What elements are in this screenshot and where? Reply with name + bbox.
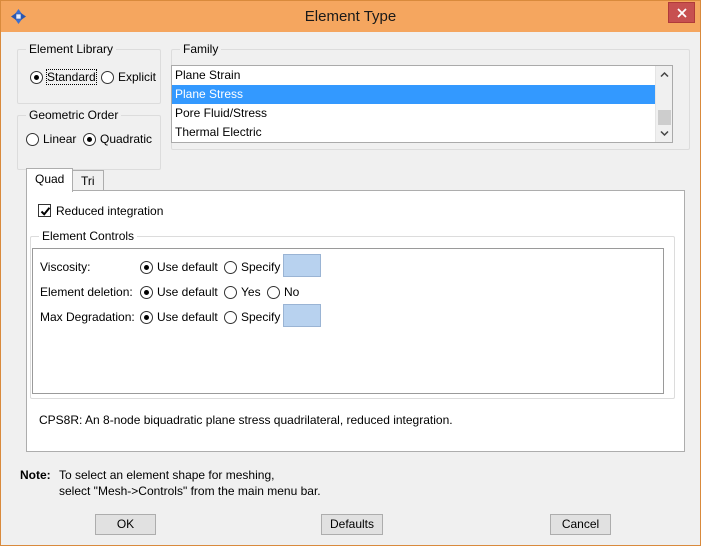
family-item-plane-stress[interactable]: Plane Stress <box>172 85 656 104</box>
reduced-integration-checkbox[interactable] <box>38 204 51 217</box>
family-scrollbar[interactable] <box>655 66 672 142</box>
radio-standard-indicator[interactable] <box>30 70 43 84</box>
max-degradation-value-field[interactable] <box>283 304 321 327</box>
max-degradation-specify-indicator[interactable] <box>224 310 237 324</box>
radio-explicit-label: Explicit <box>118 70 157 84</box>
scrollbar-thumb[interactable] <box>658 110 671 125</box>
window-title: Element Type <box>304 8 397 25</box>
viscosity-label: Viscosity: <box>40 260 91 274</box>
radio-standard[interactable]: Standard <box>30 69 97 85</box>
element-deletion-yes-radio[interactable]: Yes <box>224 285 261 299</box>
element-deletion-no-indicator[interactable] <box>267 285 280 299</box>
checkmark-icon <box>40 207 51 216</box>
element-type-dialog: Element Type Element Library Standard Ex… <box>0 0 701 546</box>
radio-quadratic-indicator[interactable] <box>83 132 96 146</box>
reduced-integration-label: Reduced integration <box>56 204 164 218</box>
element-deletion-yes-label: Yes <box>241 285 261 299</box>
family-item-thermal-electric[interactable]: Thermal Electric <box>172 123 656 142</box>
quad-tab-panel: Reduced integration Element Controls Vis… <box>26 190 685 452</box>
element-deletion-no-label: No <box>284 285 300 299</box>
max-degradation-use-default-radio[interactable]: Use default <box>140 310 218 324</box>
radio-quadratic-label: Quadratic <box>100 132 153 146</box>
close-icon <box>677 8 687 18</box>
tab-quad[interactable]: Quad <box>26 168 74 192</box>
close-button[interactable] <box>668 2 695 23</box>
family-item-plane-strain[interactable]: Plane Strain <box>172 66 656 85</box>
viscosity-use-default-indicator[interactable] <box>140 260 153 274</box>
viscosity-use-default-label: Use default <box>157 260 218 274</box>
max-degradation-use-default-label: Use default <box>157 310 218 324</box>
tab-tri[interactable]: Tri <box>72 170 104 192</box>
note-label: Note: <box>20 468 51 482</box>
note-line-2: select "Mesh->Controls" from the main me… <box>59 484 321 498</box>
title-bar[interactable]: Element Type <box>1 1 700 32</box>
radio-quadratic[interactable]: Quadratic <box>83 132 152 146</box>
scroll-down-icon[interactable] <box>660 129 669 138</box>
element-library-label: Element Library <box>26 42 117 56</box>
viscosity-value-field[interactable] <box>283 254 321 277</box>
element-deletion-label: Element deletion: <box>40 285 133 299</box>
geometric-order-label: Geometric Order <box>26 108 122 122</box>
element-deletion-yes-indicator[interactable] <box>224 285 237 299</box>
dialog-content: Element Library Standard Explicit Geomet… <box>8 32 693 540</box>
element-deletion-no-radio[interactable]: No <box>267 285 299 299</box>
radio-explicit-indicator[interactable] <box>101 70 114 84</box>
max-degradation-use-default-indicator[interactable] <box>140 310 153 324</box>
max-degradation-specify-label: Specify <box>241 310 281 324</box>
viscosity-specify-radio[interactable]: Specify <box>224 260 280 274</box>
family-listbox[interactable]: Plane Strain Plane Stress Pore Fluid/Str… <box>171 65 673 143</box>
max-degradation-specify-radio[interactable]: Specify <box>224 310 280 324</box>
defaults-button[interactable]: Defaults <box>321 514 383 535</box>
element-description: CPS8R: An 8-node biquadratic plane stres… <box>39 413 453 427</box>
element-deletion-use-default-label: Use default <box>157 285 218 299</box>
element-controls-label: Element Controls <box>39 229 138 243</box>
geometric-order-group: Geometric Order Linear Quadratic <box>17 108 161 170</box>
radio-linear-indicator[interactable] <box>26 132 39 146</box>
viscosity-specify-indicator[interactable] <box>224 260 237 274</box>
cancel-button[interactable]: Cancel <box>550 514 611 535</box>
family-item-pore-fluid-stress[interactable]: Pore Fluid/Stress <box>172 104 656 123</box>
family-label: Family <box>180 42 222 56</box>
element-controls-panel: Viscosity: Use default Specify Element d… <box>32 248 664 394</box>
element-deletion-use-default-radio[interactable]: Use default <box>140 285 218 299</box>
note-line-1: To select an element shape for meshing, <box>59 468 275 482</box>
radio-standard-label: Standard <box>46 69 97 85</box>
element-deletion-use-default-indicator[interactable] <box>140 285 153 299</box>
max-degradation-label: Max Degradation: <box>40 310 135 324</box>
viscosity-use-default-radio[interactable]: Use default <box>140 260 218 274</box>
element-library-group: Element Library Standard Explicit <box>17 42 161 104</box>
radio-explicit[interactable]: Explicit <box>101 70 156 84</box>
radio-linear-label: Linear <box>43 132 77 146</box>
radio-linear[interactable]: Linear <box>26 132 76 146</box>
scroll-up-icon[interactable] <box>660 70 669 79</box>
ok-button[interactable]: OK <box>95 514 156 535</box>
viscosity-specify-label: Specify <box>241 260 281 274</box>
